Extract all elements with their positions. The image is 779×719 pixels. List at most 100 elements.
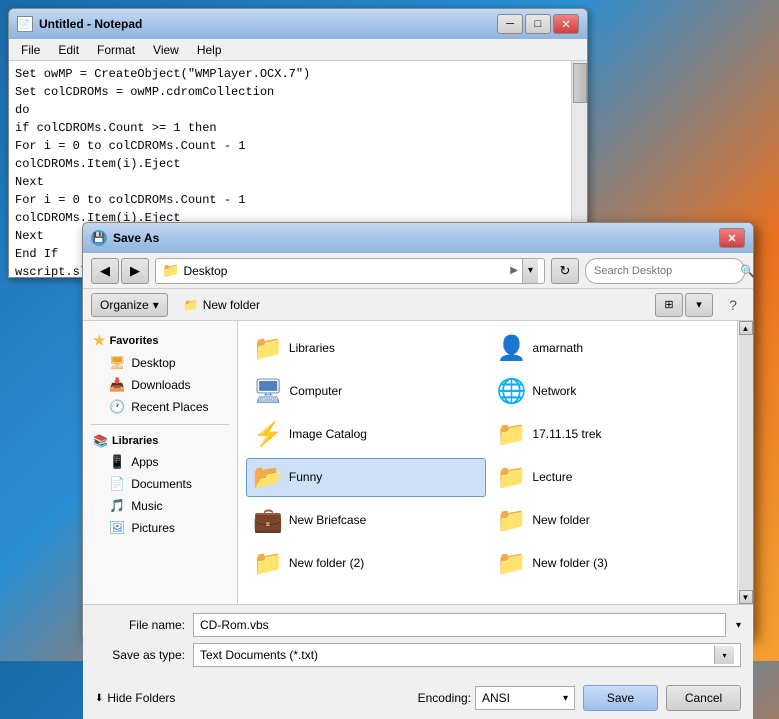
filename-input[interactable] (193, 613, 726, 637)
file-name-new-folder-3: New folder (3) (532, 556, 607, 572)
right-scrollbar[interactable]: ▲ ▼ (737, 321, 753, 604)
nav-item-desktop-label: Desktop (132, 356, 176, 370)
file-item-libraries[interactable]: 📁 Libraries (246, 329, 486, 368)
file-item-briefcase[interactable]: 💼 New Briefcase (246, 501, 486, 540)
music-icon: 🎵 (109, 498, 125, 514)
notepad-scrollbar-thumb[interactable] (573, 63, 587, 103)
refresh-button[interactable]: ↻ (551, 258, 579, 284)
menu-file[interactable]: File (13, 41, 48, 59)
back-button[interactable]: ◀ (91, 258, 119, 284)
scrollbar-up-button[interactable]: ▲ (739, 321, 753, 335)
nav-item-pictures[interactable]: 🖼 Pictures (87, 517, 233, 539)
nav-item-downloads[interactable]: 📥 Downloads (87, 374, 233, 396)
organize-button[interactable]: Organize ▾ (91, 293, 168, 317)
filetype-dropdown-arrow[interactable]: ▾ (714, 646, 734, 664)
encoding-select[interactable]: ANSI ▾ (475, 686, 575, 710)
nav-item-apps[interactable]: 📱 Apps (87, 451, 233, 473)
file-item-new-folder-2[interactable]: 📁 New folder (2) (246, 544, 486, 583)
search-icon: 🔍 (740, 264, 755, 278)
filetype-select[interactable]: Text Documents (*.txt) ▾ (193, 643, 741, 667)
nav-buttons: ◀ ▶ (91, 258, 149, 284)
saveas-form: File name: ▾ Save as type: Text Document… (83, 604, 753, 681)
search-input[interactable] (594, 265, 736, 277)
scrollbar-down-button[interactable]: ▼ (739, 590, 753, 604)
desktop-icon: 🖥 (109, 355, 126, 371)
file-name-network: Network (532, 384, 576, 400)
file-item-trek[interactable]: 📁 17.11.15 trek (490, 415, 730, 454)
left-panel: ★ Favorites 🖥 Desktop 📥 Downloads 🕐 Rece… (83, 321, 238, 604)
menu-help[interactable]: Help (189, 41, 230, 59)
briefcase-icon: 💼 (253, 506, 283, 535)
file-name-funny: Funny (289, 470, 322, 486)
libraries-section[interactable]: 📚 Libraries (87, 431, 233, 451)
favorites-section[interactable]: ★ Favorites (87, 329, 233, 352)
menu-view[interactable]: View (145, 41, 187, 59)
file-name-image-catalog: Image Catalog (289, 427, 367, 443)
left-separator (91, 424, 229, 425)
saveas-actions: ⬇ Hide Folders Encoding: ANSI ▾ Save Can… (83, 681, 753, 719)
cancel-label: Cancel (685, 691, 722, 705)
notepad-close-button[interactable]: ✕ (553, 14, 579, 34)
view-buttons: ⊞ ▾ (655, 293, 713, 317)
image-catalog-icon: ⚡ (253, 420, 283, 449)
filename-label: File name: (95, 618, 185, 632)
apps-icon: 📱 (109, 454, 125, 470)
location-arrow-icon: ▶ (510, 265, 518, 276)
saveas-title-icon: 💾 (91, 230, 107, 246)
organize-arrow-icon: ▾ (153, 298, 159, 312)
nav-item-music[interactable]: 🎵 Music (87, 495, 233, 517)
new-folder-icon: 📁 (497, 506, 527, 535)
notepad-maximize-button[interactable]: □ (525, 14, 551, 34)
file-item-computer[interactable]: 🖥 Computer (246, 372, 486, 411)
notepad-minimize-button[interactable]: ─ (497, 14, 523, 34)
menu-edit[interactable]: Edit (50, 41, 87, 59)
save-label: Save (607, 691, 634, 705)
location-bar[interactable]: 📁 Desktop ▶ ▾ (155, 258, 545, 284)
nav-item-recent-places[interactable]: 🕐 Recent Places (87, 396, 233, 418)
view-dropdown-button[interactable]: ▾ (685, 293, 713, 317)
file-name-lecture: Lecture (532, 470, 572, 486)
favorites-label: Favorites (110, 335, 159, 347)
filename-row: File name: ▾ (95, 613, 741, 637)
hide-folders-button[interactable]: ⬇ Hide Folders (95, 691, 175, 705)
file-item-amarnath[interactable]: 👤 amarnath (490, 329, 730, 368)
search-bar[interactable]: 🔍 (585, 258, 745, 284)
help-button[interactable]: ? (721, 293, 745, 317)
pictures-icon: 🖼 (109, 520, 126, 536)
location-dropdown-button[interactable]: ▾ (522, 259, 538, 283)
filetype-label: Save as type: (95, 648, 185, 662)
file-item-new-folder[interactable]: 📁 New folder (490, 501, 730, 540)
recent-places-icon: 🕐 (109, 399, 125, 415)
libraries-label: Libraries (112, 435, 158, 447)
organize-label: Organize (100, 298, 149, 312)
hide-folders-arrow-icon: ⬇ (95, 693, 103, 704)
forward-button[interactable]: ▶ (121, 258, 149, 284)
new-folder-button[interactable]: 📁 New folder (176, 293, 268, 317)
right-panel: 📁 Libraries 👤 amarnath 🖥 Computer 🌐 Netw… (238, 321, 753, 604)
saveas-close-button[interactable]: ✕ (719, 228, 745, 248)
location-folder-icon: 📁 (162, 262, 179, 279)
save-button[interactable]: Save (583, 685, 658, 711)
nav-item-desktop[interactable]: 🖥 Desktop (87, 352, 233, 374)
encoding-value: ANSI (482, 691, 510, 705)
filename-dropdown-arrow[interactable]: ▾ (736, 620, 741, 631)
location-text: Desktop (183, 264, 506, 278)
view-button[interactable]: ⊞ (655, 293, 683, 317)
file-item-new-folder-3[interactable]: 📁 New folder (3) (490, 544, 730, 583)
file-name-new-folder: New folder (532, 513, 589, 529)
downloads-icon: 📥 (109, 377, 125, 393)
file-item-network[interactable]: 🌐 Network (490, 372, 730, 411)
cancel-button[interactable]: Cancel (666, 685, 741, 711)
file-item-image-catalog[interactable]: ⚡ Image Catalog (246, 415, 486, 454)
file-name-amarnath: amarnath (532, 341, 583, 357)
file-item-lecture[interactable]: 📁 Lecture (490, 458, 730, 497)
notepad-titlebar-buttons: ─ □ ✕ (497, 14, 579, 34)
nav-item-documents[interactable]: 📄 Documents (87, 473, 233, 495)
new-folder-3-icon: 📁 (497, 549, 527, 578)
menu-format[interactable]: Format (89, 41, 143, 59)
file-item-funny[interactable]: 📂 Funny (246, 458, 486, 497)
nav-item-documents-label: Documents (131, 477, 192, 491)
nav-item-recent-places-label: Recent Places (131, 400, 208, 414)
file-name-trek: 17.11.15 trek (532, 427, 601, 443)
file-name-libraries: Libraries (289, 341, 335, 357)
